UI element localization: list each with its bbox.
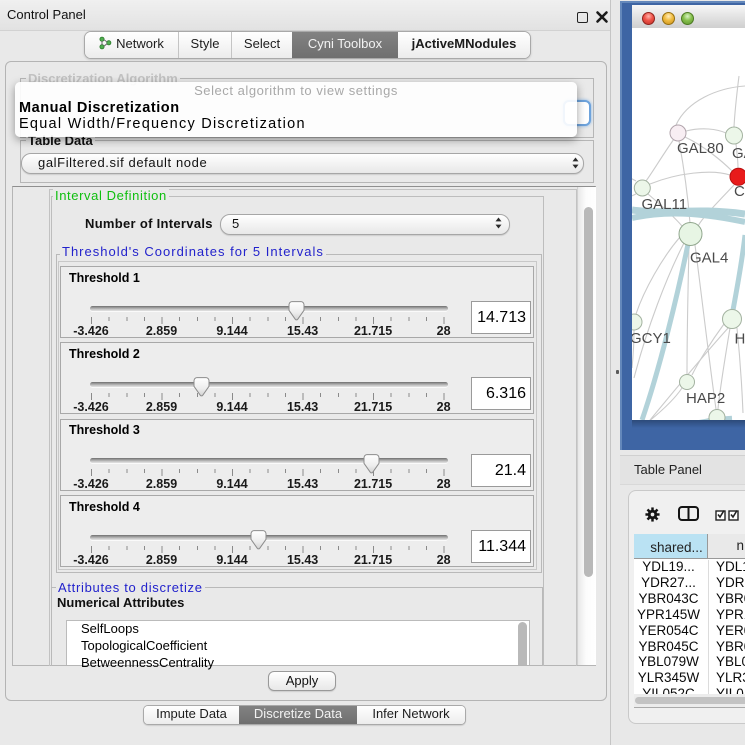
svg-text:GAL4: GAL4 [690, 250, 728, 267]
svg-text:C: C [734, 183, 745, 200]
svg-text:GAL80: GAL80 [677, 140, 724, 157]
svg-text:H: H [735, 331, 745, 348]
svg-text:GCY1: GCY1 [632, 330, 671, 347]
svg-text:GAL11: GAL11 [642, 196, 688, 213]
svg-text:HAP2: HAP2 [686, 390, 725, 407]
svg-text:GAL1: GAL1 [732, 145, 745, 162]
